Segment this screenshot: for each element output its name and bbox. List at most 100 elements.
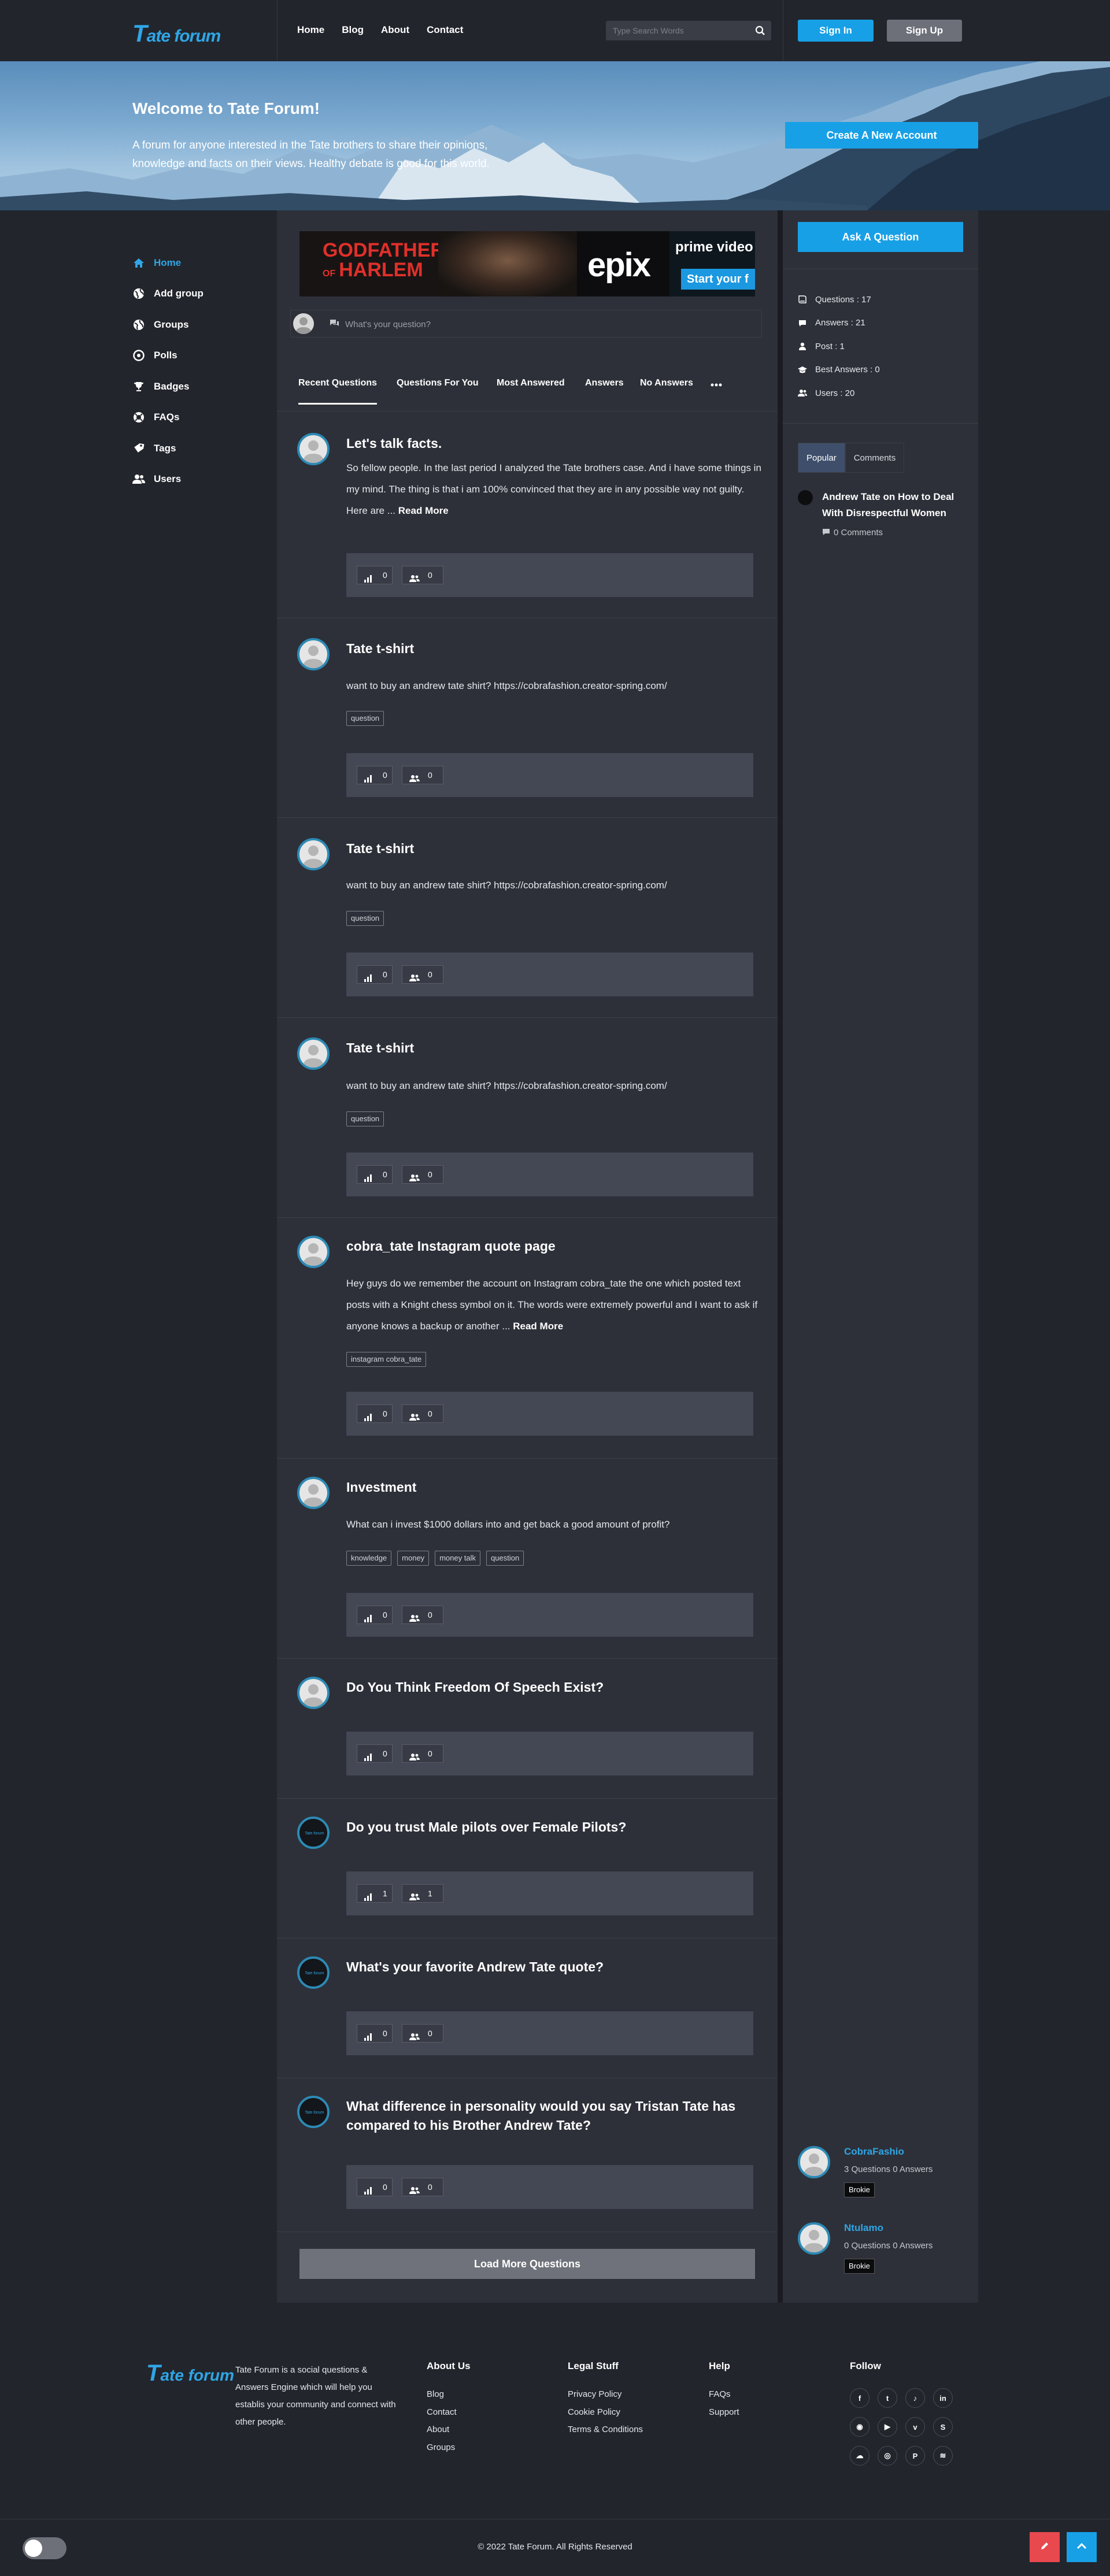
question-title[interactable]: cobra_tate Instagram quote page (346, 1237, 763, 1256)
popular-post-title[interactable]: Andrew Tate on How to Deal With Disrespe… (822, 489, 955, 521)
question-title[interactable]: What's your favorite Andrew Tate quote? (346, 1958, 763, 1977)
avatar[interactable] (798, 2146, 830, 2178)
sidebar-item-badges[interactable]: Badges (132, 371, 204, 402)
question-title[interactable]: Tate t-shirt (346, 839, 763, 858)
avatar[interactable]: Tate forum (297, 2096, 330, 2128)
social-icon[interactable]: ≋ (933, 2446, 953, 2466)
avatar[interactable]: Tate forum (297, 1817, 330, 1849)
bar-chart-icon (364, 1170, 372, 1188)
load-more-button[interactable]: Load More Questions (299, 2249, 755, 2279)
read-more-link[interactable]: Read More (513, 1321, 563, 1332)
tag[interactable]: money talk (435, 1551, 481, 1566)
footer-link-about[interactable]: About (427, 2421, 471, 2439)
social-icon[interactable]: t (878, 2388, 897, 2408)
footer-link-cookie[interactable]: Cookie Policy (568, 2404, 643, 2422)
social-icon[interactable]: ▶ (878, 2417, 897, 2437)
avatar[interactable]: Tate forum (297, 1956, 330, 1989)
sidebar-item-groups[interactable]: Groups (132, 309, 204, 340)
stat-questions: Questions : 17 (798, 288, 880, 312)
tag[interactable]: money (397, 1551, 430, 1566)
site-stats: Questions : 17 Answers : 21 Post : 1 Bes… (798, 288, 880, 405)
question-title[interactable]: Let's talk facts. (346, 434, 763, 453)
sidebar-item-polls[interactable]: Polls (132, 340, 204, 372)
question-meta: 1 1 (346, 1871, 753, 1915)
tab-no-answers[interactable]: No Answers (640, 378, 693, 388)
nav-blog[interactable]: Blog (342, 24, 364, 36)
question-title[interactable]: Do you trust Male pilots over Female Pil… (346, 1818, 763, 1837)
social-icon[interactable]: in (933, 2388, 953, 2408)
footer-logo[interactable]: Tate forum (146, 2360, 234, 2386)
avatar[interactable] (798, 2222, 830, 2255)
avatar[interactable] (297, 638, 330, 670)
ask-question-box[interactable]: What's your question? (290, 310, 762, 338)
question-title[interactable]: Tate t-shirt (346, 1039, 763, 1058)
avatar[interactable] (297, 838, 330, 870)
scroll-top-button[interactable] (1067, 2532, 1097, 2562)
site-logo[interactable]: Tate forum (132, 20, 221, 47)
sidebar-item-home[interactable]: Home (132, 247, 204, 279)
tab-most-answered[interactable]: Most Answered (497, 378, 565, 388)
question-title[interactable]: Do You Think Freedom Of Speech Exist? (346, 1678, 763, 1697)
nav-contact[interactable]: Contact (427, 24, 463, 36)
globe-icon (132, 318, 145, 331)
signup-button[interactable]: Sign Up (887, 20, 962, 42)
sidebar-item-tags[interactable]: Tags (132, 433, 204, 464)
sidebar-item-label: Badges (154, 380, 190, 392)
question-excerpt: want to buy an andrew tate shirt? https:… (346, 880, 667, 891)
tab-comments[interactable]: Comments (845, 443, 905, 473)
sidebar-item-add-group[interactable]: Add group (132, 279, 204, 310)
user-name[interactable]: CobraFashio (844, 2146, 904, 2158)
social-icon[interactable]: ☁ (850, 2446, 870, 2466)
tag[interactable]: instagram cobra_tate (346, 1352, 427, 1367)
footer-link-support[interactable]: Support (709, 2404, 739, 2422)
tab-answers[interactable]: Answers (585, 378, 624, 388)
tag[interactable]: question (346, 1111, 384, 1126)
nav-about[interactable]: About (381, 24, 409, 36)
footer-link-blog[interactable]: Blog (427, 2386, 471, 2404)
tab-recent-questions[interactable]: Recent Questions (298, 378, 378, 405)
views-count: 0 (357, 1165, 393, 1184)
tab-questions-for-you[interactable]: Questions For You (397, 378, 479, 388)
search-input[interactable]: Type Search Words (606, 21, 771, 40)
avatar[interactable] (297, 1477, 330, 1509)
avatar[interactable] (297, 1037, 330, 1070)
tag[interactable]: knowledge (346, 1551, 392, 1566)
create-account-button[interactable]: Create A New Account (785, 122, 978, 149)
tag[interactable]: question (346, 711, 384, 726)
social-icon[interactable]: f (850, 2388, 870, 2408)
avatar[interactable] (297, 433, 330, 465)
avatar[interactable] (297, 1236, 330, 1268)
tag[interactable]: question (346, 911, 384, 926)
tab-popular[interactable]: Popular (798, 443, 845, 473)
social-icon[interactable]: ♪ (905, 2388, 925, 2408)
avatar[interactable] (297, 1677, 330, 1709)
edit-button[interactable] (1030, 2532, 1060, 2562)
read-more-link[interactable]: Read More (398, 505, 449, 516)
tag[interactable]: question (486, 1551, 524, 1566)
nav-home[interactable]: Home (297, 24, 324, 36)
footer-link-privacy[interactable]: Privacy Policy (568, 2386, 643, 2404)
graduation-icon (798, 366, 807, 374)
ad-start-button[interactable]: Start your f (681, 269, 755, 290)
footer-link-faqs[interactable]: FAQs (709, 2386, 739, 2404)
footer-link-groups[interactable]: Groups (427, 2439, 471, 2457)
question-title[interactable]: What difference in personality would you… (346, 2097, 763, 2135)
social-icon[interactable]: v (905, 2417, 925, 2437)
more-icon[interactable] (711, 379, 722, 390)
sidebar-item-users[interactable]: Users (132, 464, 204, 495)
question-title[interactable]: Investment (346, 1478, 763, 1497)
question-title[interactable]: Tate t-shirt (346, 639, 763, 658)
social-icon[interactable]: P (905, 2446, 925, 2466)
advertisement-banner[interactable]: GODFATHER OF HARLEM epix prime video Start… (299, 231, 755, 296)
social-icon[interactable]: ◎ (878, 2446, 897, 2466)
ask-question-button[interactable]: Ask A Question (798, 222, 963, 252)
footer-link-terms[interactable]: Terms & Conditions (568, 2421, 643, 2439)
social-icon[interactable]: S (933, 2417, 953, 2437)
svg-text:Tate forum: Tate forum (305, 1971, 324, 1975)
social-icon[interactable]: ◉ (850, 2417, 870, 2437)
user-name[interactable]: Ntulamo (844, 2222, 883, 2234)
search-icon[interactable] (755, 25, 765, 39)
footer-link-contact[interactable]: Contact (427, 2404, 471, 2422)
sidebar-item-faqs[interactable]: FAQs (132, 402, 204, 433)
signin-button[interactable]: Sign In (798, 20, 874, 42)
